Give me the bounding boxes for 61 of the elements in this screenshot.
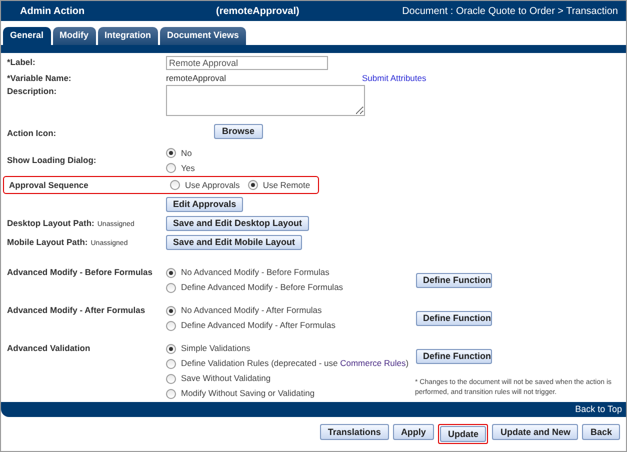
field-label: Advanced Modify - After Formulas	[7, 305, 146, 315]
button[interactable]: Update	[440, 426, 486, 442]
tab[interactable]: Integration	[98, 27, 158, 45]
text-field[interactable]: Remote Approval	[166, 56, 328, 70]
field-label: Desktop Layout Path:	[7, 218, 94, 228]
option-label: Define Advanced Modify - After Formulas	[181, 319, 336, 332]
tab[interactable]: Document Views	[160, 27, 246, 45]
button[interactable]: Update and New	[492, 424, 578, 440]
button[interactable]: Define Function	[416, 349, 492, 364]
radio-button[interactable]	[166, 374, 176, 384]
option-label: Simple Validations	[181, 342, 250, 355]
field-label: Advanced Validation	[7, 343, 90, 353]
option-label: )	[406, 357, 409, 370]
radio-button[interactable]	[166, 388, 176, 398]
link[interactable]: Back to Top	[575, 402, 622, 416]
field-label: Show Loading Dialog:	[7, 155, 96, 166]
radio-button[interactable]	[166, 358, 176, 368]
button[interactable]: Define Function	[416, 273, 492, 288]
button[interactable]: Save and Edit Mobile Layout	[166, 235, 302, 250]
button[interactable]: Apply	[392, 424, 434, 440]
field-label: Mobile Layout Path:	[7, 236, 88, 247]
button[interactable]: Save and Edit Desktop Layout	[166, 216, 310, 231]
button[interactable]: Browse	[214, 124, 263, 138]
variable-name: (remoteApproval)	[216, 4, 300, 18]
option-label: Define Advanced Modify - Before Formulas	[181, 281, 344, 294]
link[interactable]: Commerce Rules	[340, 357, 406, 370]
field-label: *Variable Name:	[7, 72, 72, 83]
field-value: remoteApproval	[166, 72, 226, 83]
radio-button[interactable]	[166, 282, 176, 292]
button[interactable]: Define Function	[416, 311, 492, 326]
radio-button[interactable]	[166, 268, 176, 278]
tab[interactable]: General	[3, 27, 51, 45]
radio-button[interactable]	[166, 148, 176, 158]
breadcrumb: Document : Oracle Quote to Order > Transaction	[402, 4, 618, 18]
option-label: Define Validation Rules (deprecated - use	[181, 357, 339, 370]
radio-button[interactable]	[166, 320, 176, 330]
radio-button[interactable]	[166, 344, 176, 354]
radio-button[interactable]	[248, 180, 258, 190]
radio-button[interactable]	[166, 306, 176, 316]
field-label: Action Icon:	[7, 128, 56, 138]
option-label: Save Without Validating	[181, 372, 271, 385]
field-label: *Label:	[7, 57, 36, 68]
option-label: No Advanced Modify - After Formulas	[181, 304, 322, 317]
page-title: Admin Action	[20, 4, 86, 18]
option-label: Modify Without Saving or Validating	[181, 387, 315, 400]
option-label: No	[181, 146, 192, 160]
button[interactable]: Translations	[320, 424, 389, 440]
radio-button[interactable]	[170, 180, 180, 190]
field-label: Advanced Modify - Before Formulas	[7, 267, 152, 277]
tab[interactable]: Modify	[52, 27, 96, 45]
radio-button[interactable]	[166, 163, 176, 173]
option-label: Yes	[181, 162, 195, 174]
link[interactable]: Submit Attributes	[362, 72, 426, 83]
field-label: Description:	[7, 86, 57, 96]
option-label: Use Approvals	[185, 178, 240, 192]
description-field[interactable]	[166, 85, 365, 116]
option-label: No Advanced Modify - Before Formulas	[181, 266, 330, 279]
button[interactable]: Edit Approvals	[166, 196, 244, 212]
option-label: Use Remote	[262, 178, 310, 192]
field-label: Approval Sequence	[9, 180, 88, 190]
button[interactable]: Back	[582, 424, 620, 440]
